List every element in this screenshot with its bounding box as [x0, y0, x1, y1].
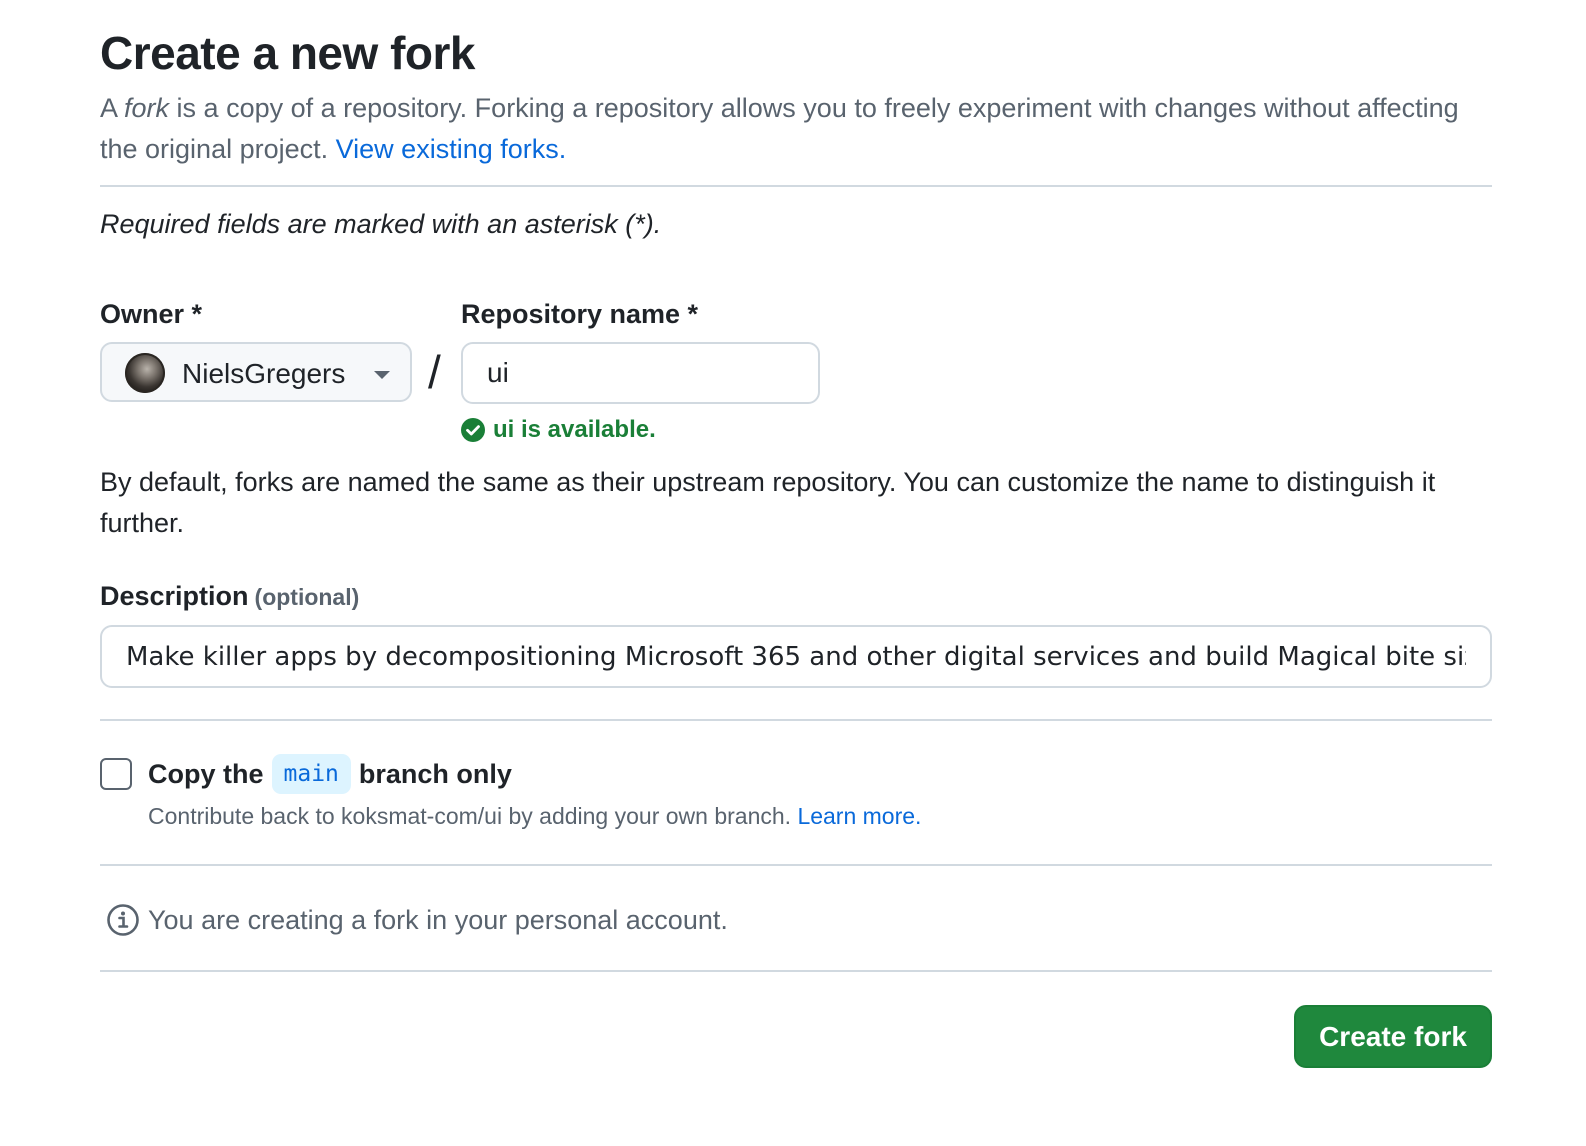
info-icon — [107, 904, 139, 936]
info-message: You are creating a fork in your personal… — [148, 905, 728, 935]
learn-more-link[interactable]: Learn more. — [797, 803, 921, 829]
check-circle-icon — [461, 418, 485, 442]
naming-help-text: By default, forks are named the same as … — [100, 467, 1436, 538]
user-avatar-icon — [125, 353, 165, 393]
owner-repo-separator: / — [428, 346, 441, 398]
divider — [100, 185, 1492, 187]
divider — [100, 864, 1492, 866]
optional-tag: (optional) — [254, 584, 360, 610]
description-input[interactable] — [100, 625, 1492, 688]
personal-account-notice: You are creating a fork in your personal… — [106, 902, 728, 938]
intro-fork-word: fork — [124, 93, 170, 123]
description-label-text: Description — [100, 581, 249, 611]
copy-branch-label-suffix: branch only — [358, 759, 512, 789]
copy-branch-hint: Contribute back to koksmat-com/ui by add… — [148, 800, 921, 832]
availability-status: ui is available. — [461, 414, 656, 446]
owner-label: Owner * — [100, 299, 203, 329]
branch-name-pill: main — [271, 754, 351, 794]
repository-name-label: Repository name * — [461, 299, 699, 329]
copy-branch-label-prefix: Copy the — [148, 759, 264, 789]
description-label: Description (optional) — [100, 578, 359, 615]
caret-down-icon — [374, 371, 390, 379]
create-fork-button[interactable]: Create fork — [1294, 1005, 1492, 1068]
owner-name: NielsGregers — [182, 358, 346, 389]
intro-prefix: A — [100, 93, 125, 123]
divider — [100, 970, 1492, 972]
divider — [100, 719, 1492, 721]
view-existing-forks-link[interactable]: View existing forks. — [336, 134, 567, 164]
availability-text: ui is available. — [493, 416, 656, 443]
owner-select-button[interactable]: NielsGregers — [100, 342, 412, 402]
copy-branch-hint-text: Contribute back to koksmat-com/ui by add… — [148, 803, 798, 829]
page-title: Create a new fork — [100, 27, 475, 79]
copy-main-branch-checkbox[interactable] — [100, 758, 132, 790]
required-fields-note: Required fields are marked with an aster… — [100, 209, 662, 239]
intro-text: is a copy of a repository. Forking a rep… — [100, 93, 1459, 164]
repository-name-input[interactable] — [461, 342, 820, 404]
page-intro: A fork is a copy of a repository. Forkin… — [100, 88, 1492, 170]
copy-branch-label[interactable]: Copy the main branch only — [148, 754, 512, 794]
